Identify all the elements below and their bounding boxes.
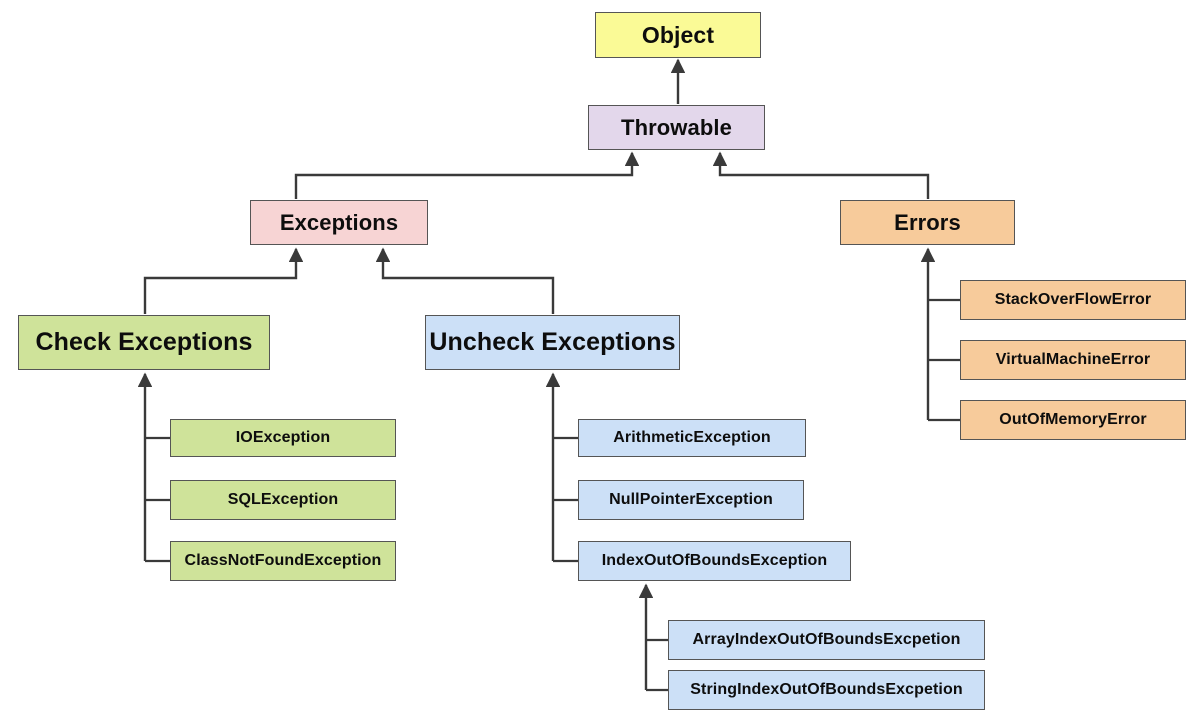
node-errors[interactable]: Errors bbox=[840, 200, 1015, 245]
node-ioexception[interactable]: IOException bbox=[170, 419, 396, 457]
node-arithmeticexception[interactable]: ArithmeticException bbox=[578, 419, 806, 457]
node-nullpointerexception[interactable]: NullPointerException bbox=[578, 480, 804, 520]
node-arrayindexoutofboundsexcpetion[interactable]: ArrayIndexOutOfBoundsExcpetion bbox=[668, 620, 985, 660]
node-throwable[interactable]: Throwable bbox=[588, 105, 765, 150]
node-stackoverflowerror[interactable]: StackOverFlowError bbox=[960, 280, 1186, 320]
node-uncheck-exceptions[interactable]: Uncheck Exceptions bbox=[425, 315, 680, 370]
node-sqlexception[interactable]: SQLException bbox=[170, 480, 396, 520]
node-exceptions[interactable]: Exceptions bbox=[250, 200, 428, 245]
exception-hierarchy-diagram: Object Throwable Exceptions Errors Check… bbox=[0, 0, 1197, 720]
node-classnotfoundexception[interactable]: ClassNotFoundException bbox=[170, 541, 396, 581]
edge-exceptions-to-throwable bbox=[294, 151, 640, 199]
edge-errors-to-throwable bbox=[712, 151, 930, 199]
node-outofmemoryerror[interactable]: OutOfMemoryError bbox=[960, 400, 1186, 440]
node-check-exceptions[interactable]: Check Exceptions bbox=[18, 315, 270, 370]
edge-check-to-exceptions bbox=[143, 247, 304, 314]
edge-uncheck-to-exceptions bbox=[375, 247, 555, 314]
node-object[interactable]: Object bbox=[595, 12, 761, 58]
node-virtualmachineerror[interactable]: VirtualMachineError bbox=[960, 340, 1186, 380]
node-stringindexoutofboundsexcpetion[interactable]: StringIndexOutOfBoundsExcpetion bbox=[668, 670, 985, 710]
node-indexoutofboundsexception[interactable]: IndexOutOfBoundsException bbox=[578, 541, 851, 581]
